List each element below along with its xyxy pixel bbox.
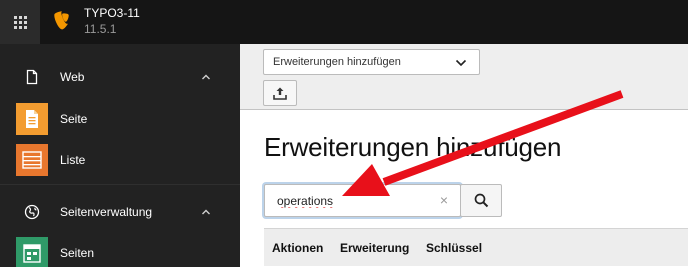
chevron-down-icon [455,59,467,67]
action-select[interactable]: Erweiterungen hinzufügen [263,49,480,75]
action-select-value: Erweiterungen hinzufügen [273,56,401,68]
extension-table-header: Aktionen Erweiterung Schlüssel [264,228,688,266]
globe-icon [24,204,40,220]
grid-icon [13,15,27,29]
module-item-seite[interactable]: Seite [0,101,240,137]
list-module-icon [16,144,48,176]
chevron-up-icon [202,74,210,80]
page-title: Erweiterungen hinzufügen [264,132,562,162]
sidebar-divider [0,184,240,185]
column-header-extension[interactable]: Erweiterung [340,241,409,255]
search-icon [474,193,488,208]
module-item-liste[interactable]: Liste [0,142,240,178]
module-item-seiten[interactable]: Seiten [0,235,240,267]
extension-search-field[interactable]: × [264,184,461,217]
pages-module-icon [16,237,48,267]
app-menu-button[interactable] [0,0,40,44]
column-header-key[interactable]: Schlüssel [426,241,482,255]
module-group-label: Seitenverwaltung [60,205,153,219]
module-item-label: Seiten [60,246,95,260]
docheader: Erweiterungen hinzufügen [240,44,688,110]
chevron-up-icon [202,209,210,215]
clear-search-icon[interactable]: × [440,193,448,207]
upload-extension-button[interactable] [263,80,297,106]
topbar: TYPO3-11 11.5.1 [0,0,688,44]
search-button[interactable] [460,184,502,217]
extension-search-input[interactable] [265,185,435,216]
module-menu: Web Seite Liste Seitenverwaltung Seiten [0,44,240,267]
module-item-label: Liste [60,153,86,167]
page-module-icon [16,103,48,135]
module-group-web[interactable]: Web [0,60,240,94]
site-name[interactable]: TYPO3-11 [84,6,140,21]
site-version: 11.5.1 [84,22,117,36]
module-item-label: Seite [60,112,88,126]
column-header-actions[interactable]: Aktionen [272,241,323,255]
module-group-label: Web [60,70,85,84]
upload-icon [273,87,287,100]
document-icon [26,69,38,85]
typo3-logo-icon[interactable] [52,11,72,31]
module-group-seitenverwaltung[interactable]: Seitenverwaltung [0,195,240,229]
